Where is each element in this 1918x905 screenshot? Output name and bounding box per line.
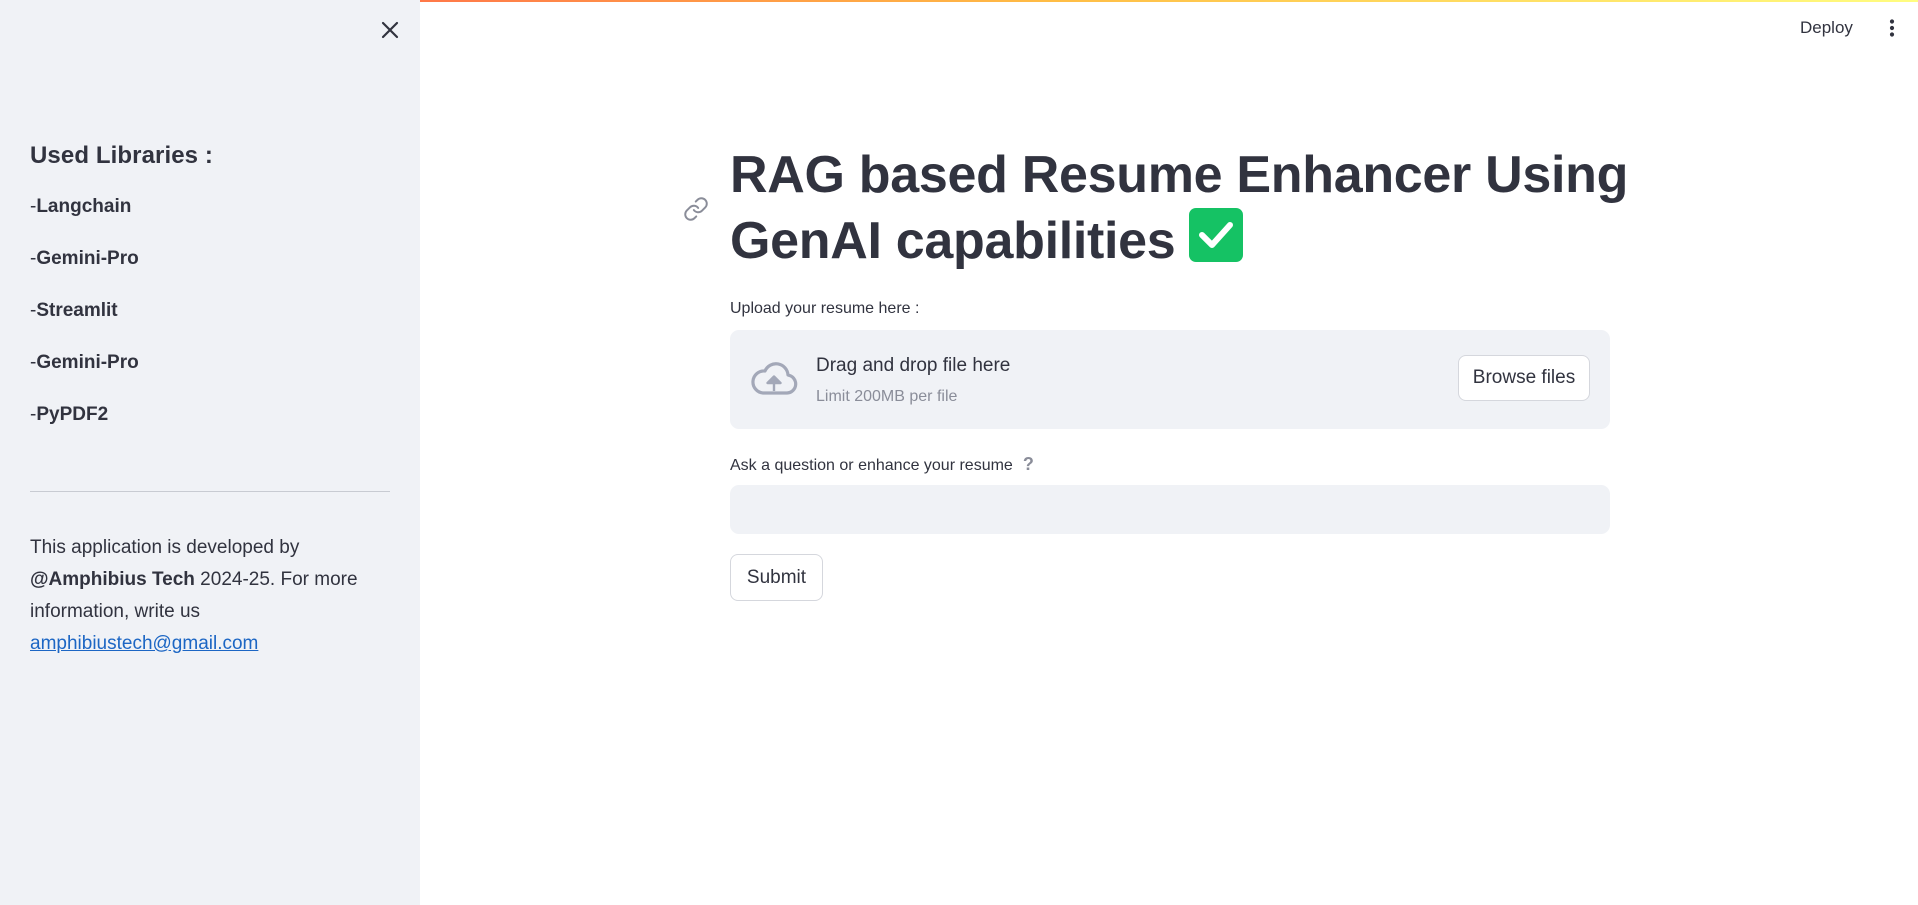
page-title: RAG based Resume Enhancer Using GenAI cap… (730, 142, 1630, 274)
library-item: -Gemini-Pro (30, 350, 139, 402)
link-icon (684, 197, 708, 221)
contact-email-link[interactable]: amphibiustech@gmail.com (30, 633, 258, 654)
library-item: -PyPDF2 (30, 402, 139, 454)
file-dropzone[interactable]: Drag and drop file here Limit 200MB per … (730, 330, 1610, 429)
cloud-upload-icon (751, 362, 798, 395)
title-line-1: RAG based Resume Enhancer Using (730, 146, 1629, 204)
deploy-button[interactable]: Deploy (1796, 16, 1857, 40)
library-name: Streamlit (36, 300, 118, 321)
dropzone-limit: Limit 200MB per file (816, 388, 958, 405)
question-label: Ask a question or enhance your resume (730, 457, 1013, 474)
sidebar: Used Libraries : -Langchain -Gemini-Pro … (0, 0, 420, 905)
close-sidebar-button[interactable] (378, 18, 402, 42)
libraries-list: -Langchain -Gemini-Pro -Streamlit -Gemin… (30, 194, 139, 454)
about-text: This application is developed by @Amphib… (30, 532, 392, 660)
question-input[interactable] (730, 485, 1610, 534)
library-name: Langchain (36, 196, 132, 217)
submit-button[interactable]: Submit (730, 554, 823, 601)
browse-files-button[interactable]: Browse files (1458, 355, 1590, 401)
close-icon (381, 21, 399, 39)
library-item: -Langchain (30, 194, 139, 246)
about-author: @Amphibius Tech (30, 569, 195, 590)
question-label-row: Ask a question or enhance your resume? (730, 454, 1034, 475)
upload-label: Upload your resume here : (730, 300, 920, 317)
libraries-heading: Used Libraries : (30, 142, 213, 169)
library-name: PyPDF2 (36, 404, 109, 425)
check-mark-button-icon (1189, 208, 1244, 262)
library-item: -Streamlit (30, 298, 139, 350)
library-name: Gemini-Pro (36, 248, 139, 269)
more-vertical-icon (1889, 19, 1895, 37)
title-line-2: GenAI capabilities (730, 212, 1176, 270)
title-anchor-link[interactable] (683, 196, 709, 222)
sidebar-divider (30, 491, 390, 492)
library-item: -Gemini-Pro (30, 246, 139, 298)
about-intro: This application is developed by (30, 537, 300, 558)
dropzone-title: Drag and drop file here (816, 355, 1011, 376)
library-name: Gemini-Pro (36, 352, 139, 373)
help-tooltip-icon[interactable]: ? (1023, 454, 1034, 475)
main-menu-button[interactable] (1881, 16, 1903, 40)
